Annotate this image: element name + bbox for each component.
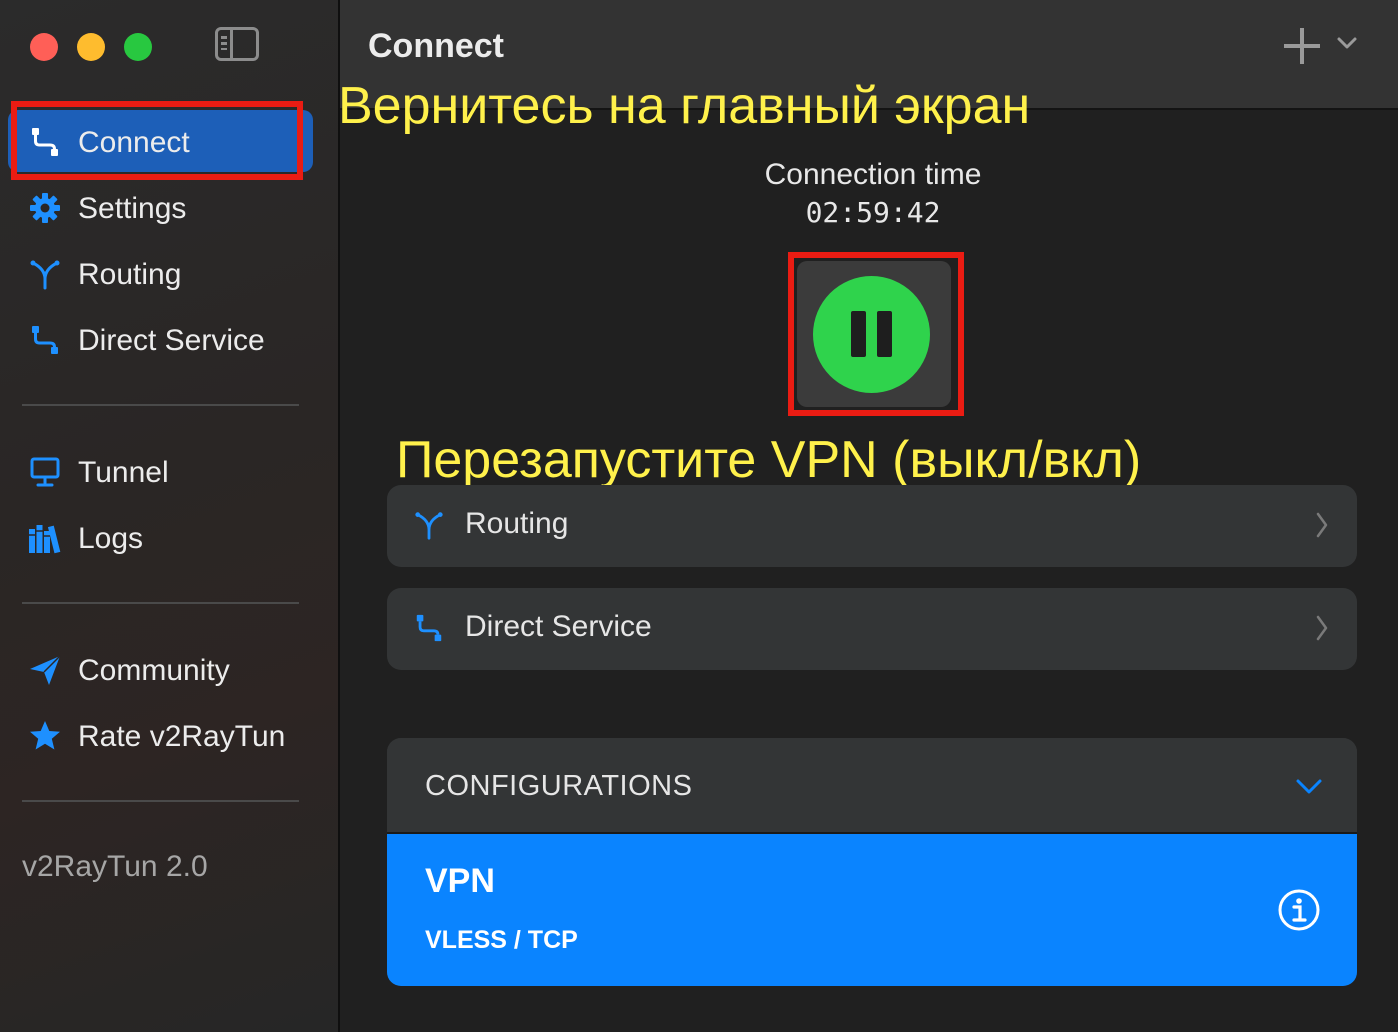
- direct-service-card[interactable]: Direct Service: [387, 588, 1357, 670]
- sidebar-border: [338, 0, 340, 1032]
- sidebar-item-settings[interactable]: Settings: [8, 176, 313, 238]
- sidebar-icon[interactable]: [215, 27, 259, 61]
- sidebar-item-label: Settings: [78, 192, 187, 225]
- connect-icon: [32, 326, 58, 354]
- annotation-return-home: Вернитесь на главный экран: [338, 77, 1031, 135]
- star-icon: [30, 721, 60, 750]
- sidebar-item-routing[interactable]: Routing: [8, 242, 313, 304]
- sidebar-item-logs[interactable]: Logs: [8, 506, 313, 568]
- sidebar-divider: [22, 800, 299, 802]
- sidebar-item-label: Logs: [78, 522, 144, 555]
- connection-time-label: Connection time: [764, 158, 982, 191]
- card-label: Direct Service: [465, 610, 652, 643]
- sidebar-item-label: Direct Service: [78, 324, 265, 357]
- connection-time-value: 02:59:42: [805, 196, 941, 229]
- gear-icon: [30, 193, 60, 223]
- configuration-name: VPN: [425, 862, 495, 900]
- sidebar-item-label: Community: [78, 654, 230, 687]
- chevron-down-icon[interactable]: [1295, 778, 1323, 796]
- page-title: Connect: [368, 27, 504, 65]
- chevron-right-icon: [1316, 615, 1328, 641]
- configurations-header[interactable]: CONFIGURATIONS: [387, 738, 1357, 832]
- sidebar-item-label: Routing: [78, 258, 182, 291]
- routing-card[interactable]: Routing: [387, 485, 1357, 567]
- configuration-protocol: VLESS / TCP: [425, 926, 578, 954]
- highlight-box: [788, 252, 964, 416]
- app-version: v2RayTun 2.0: [22, 850, 208, 883]
- minimize-window-button[interactable]: [77, 33, 105, 61]
- close-window-button[interactable]: [30, 33, 58, 61]
- chevron-down-icon[interactable]: [1336, 36, 1358, 50]
- highlight-box: [11, 101, 303, 180]
- sidebar-divider: [22, 404, 299, 406]
- sidebar-item-tunnel[interactable]: Tunnel: [8, 440, 313, 502]
- info-icon[interactable]: [1277, 888, 1321, 932]
- routing-icon: [415, 512, 443, 540]
- monitor-icon: [30, 457, 60, 487]
- routing-icon: [30, 260, 60, 290]
- configurations-panel: CONFIGURATIONS VPN VLESS / TCP: [387, 738, 1357, 986]
- sidebar-item-direct-service[interactable]: Direct Service: [8, 308, 313, 370]
- plus-icon[interactable]: [1284, 28, 1320, 64]
- sidebar-item-label: Rate v2RayTun: [78, 720, 286, 753]
- card-label: Routing: [465, 507, 569, 540]
- configurations-title: CONFIGURATIONS: [425, 770, 693, 802]
- sidebar-divider: [22, 602, 299, 604]
- sidebar-item-rate[interactable]: Rate v2RayTun: [8, 704, 313, 766]
- configuration-item[interactable]: VPN VLESS / TCP: [387, 834, 1357, 986]
- sidebar-item-community[interactable]: Community: [8, 638, 313, 700]
- chevron-right-icon: [1316, 512, 1328, 538]
- connect-icon: [416, 614, 442, 642]
- maximize-window-button[interactable]: [124, 33, 152, 61]
- paper-plane-icon: [30, 655, 61, 685]
- books-icon: [29, 525, 61, 554]
- annotation-restart-vpn: Перезапустите VPN (выкл/вкл): [396, 431, 1142, 489]
- sidebar-item-label: Tunnel: [78, 456, 169, 489]
